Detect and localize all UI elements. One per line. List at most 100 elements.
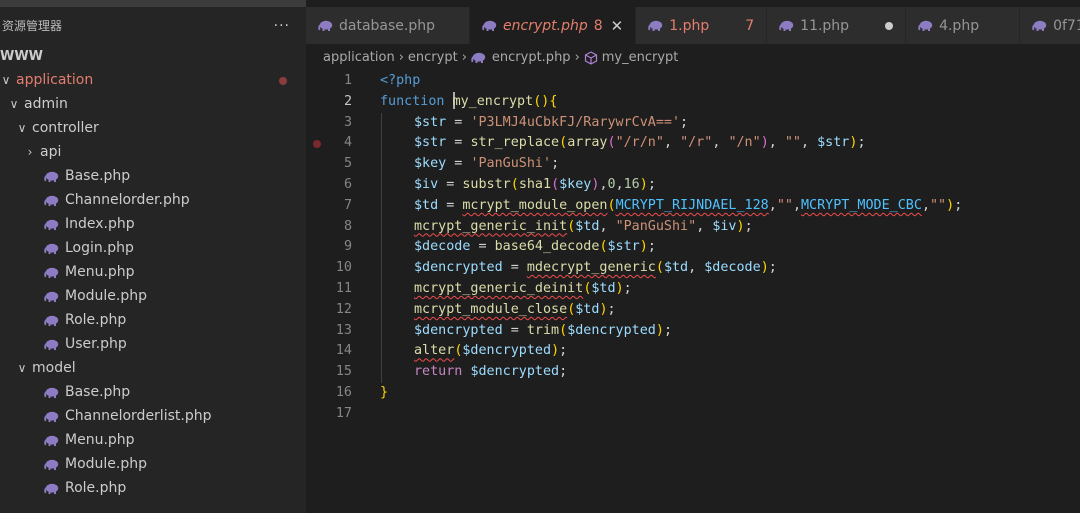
line-number: 7 [343, 197, 352, 213]
php-elephant-icon [44, 483, 59, 494]
php-elephant-icon [44, 243, 59, 254]
breadcrumb-item[interactable]: application [323, 50, 395, 65]
editor-tab[interactable]: encrypt.php 8 ✕ [470, 7, 637, 44]
tree-item-label: application [16, 72, 94, 88]
php-elephant-icon [318, 20, 333, 31]
explorer-header: 资源管理器 ··· [0, 7, 306, 44]
line-number: 5 [343, 156, 352, 172]
editor-tab[interactable]: 4.php [906, 7, 1021, 44]
php-elephant-icon [44, 315, 59, 326]
file-item[interactable]: Module.php [0, 452, 306, 476]
tree-item-label: Role.php [65, 480, 127, 496]
symbol-method-icon [584, 50, 597, 65]
php-elephant-icon [471, 52, 486, 63]
code-line: mcrypt_generic_deinit($td); [380, 278, 1080, 300]
php-elephant-icon [44, 411, 59, 422]
code-line: alter($dencrypted); [380, 341, 1080, 363]
line-number: 14 [335, 343, 352, 359]
code-line: $key = 'PanGuShi'; [380, 154, 1080, 175]
file-item[interactable]: Base.php [0, 164, 306, 188]
code-line: $str = 'P3LMJ4uCbkFJ/RarywrCvA=='; [380, 112, 1080, 134]
tree-item-label: model [32, 360, 76, 376]
line-number: 8 [343, 218, 352, 234]
php-elephant-icon [44, 435, 59, 446]
php-elephant-icon [44, 267, 59, 278]
file-item[interactable]: Index.php [0, 212, 306, 236]
workspace-root[interactable]: WWW [0, 44, 306, 68]
folder-item[interactable]: ∨ application [0, 68, 306, 92]
tab-label: 4.php [939, 17, 980, 34]
file-item[interactable]: Module.php [0, 284, 306, 308]
breadcrumb-separator-icon: › [461, 50, 467, 65]
breadcrumb: application › encrypt › encrypt.php › my… [306, 44, 1080, 71]
php-elephant-icon [44, 219, 59, 230]
file-item[interactable]: Channelorderlist.php [0, 404, 306, 428]
folder-item[interactable]: › api [0, 140, 306, 164]
tree-item-label: Module.php [65, 288, 148, 304]
tab-label: 0f71e1a [1053, 17, 1080, 34]
chevron-down-icon: ∨ [9, 97, 19, 111]
file-item[interactable]: User.php [0, 332, 306, 356]
code-editor[interactable]: 1 2 3 4 5 6 7 8 9 10 11 12 13 14 15 16 17 <?php function… [306, 71, 1080, 513]
code-line: $iv = substr(sha1($key),0,16); [380, 174, 1080, 196]
code-line: $dencrypted = mdecrypt_generic($td, $dec… [380, 258, 1080, 279]
unsaved-dot-icon[interactable] [885, 21, 894, 30]
editor-tab[interactable]: 0f71e1a [1020, 7, 1080, 44]
close-icon[interactable]: ✕ [611, 17, 624, 35]
file-item[interactable]: Role.php [0, 308, 306, 332]
chevron-right-icon: › [27, 145, 33, 159]
php-elephant-icon [1032, 20, 1047, 31]
breakpoint-icon[interactable] [313, 139, 321, 148]
editor-tab[interactable]: 1.php 7 [636, 7, 768, 44]
file-item[interactable]: Menu.php [0, 260, 306, 284]
tree-item-label: Base.php [65, 384, 131, 400]
breadcrumb-item[interactable]: encrypt [408, 50, 458, 65]
tree-item-label: Login.php [65, 240, 134, 256]
file-item[interactable]: Menu.php [0, 428, 306, 452]
code-line: mcrypt_module_close($td); [380, 299, 1080, 321]
problem-count-badge: 8 [593, 17, 603, 34]
tab-label: database.php [339, 17, 436, 34]
php-elephant-icon [779, 20, 794, 31]
editor-tab[interactable]: database.php [306, 7, 471, 44]
explorer-title: 资源管理器 [2, 19, 63, 33]
line-number: 13 [335, 322, 352, 338]
file-item[interactable]: Channelorder.php [0, 188, 306, 212]
tree-item-label: controller [32, 120, 99, 136]
chevron-down-icon: ∨ [17, 361, 27, 375]
breadcrumb-item[interactable]: encrypt.php [492, 50, 571, 65]
php-elephant-icon [44, 171, 59, 182]
php-elephant-icon [482, 20, 497, 31]
breadcrumb-item[interactable]: my_encrypt [602, 50, 679, 65]
tree-item-label: admin [24, 96, 68, 112]
chevron-down-icon: ∨ [17, 121, 27, 135]
folder-item[interactable]: ∨ model [0, 356, 306, 380]
code-line: $str = str_replace(array("/r/n", "/r", "… [380, 133, 1080, 155]
editor-tab[interactable]: 11.php [767, 7, 907, 44]
tab-label: 1.php [669, 17, 710, 34]
code-line: <?php [380, 73, 421, 88]
php-elephant-icon [44, 459, 59, 470]
tree-item-label: Channelorderlist.php [65, 408, 212, 424]
line-number: 15 [335, 364, 352, 380]
file-item[interactable]: Login.php [0, 236, 306, 260]
line-number-gutter: 1 2 3 4 5 6 7 8 9 10 11 12 13 14 15 16 17 [306, 71, 352, 425]
file-item[interactable]: Role.php [0, 476, 306, 500]
line-number: 10 [335, 260, 352, 276]
folder-item[interactable]: ∨ admin [0, 92, 306, 116]
code-area[interactable]: <?php function my_encrypt(){ $str = 'P3L… [380, 71, 1080, 425]
php-elephant-icon [44, 339, 59, 350]
line-number: 9 [343, 239, 352, 255]
tree-item-label: User.php [65, 336, 127, 352]
problem-count-badge: 7 [745, 17, 755, 34]
tree-item-label: Index.php [65, 216, 135, 232]
file-tree: WWW ∨ application ∨ admin ∨ controller › api Base… [0, 44, 306, 500]
file-item[interactable]: Base.php [0, 380, 306, 404]
folder-item[interactable]: ∨ controller [0, 116, 306, 140]
code-line: } [380, 384, 389, 400]
line-number: 1 [343, 73, 352, 88]
code-line: mcrypt_generic_init($td, "PanGuShi", $iv… [380, 216, 1080, 238]
more-actions-icon[interactable]: ··· [274, 18, 290, 34]
tree-item-label: WWW [0, 48, 44, 64]
